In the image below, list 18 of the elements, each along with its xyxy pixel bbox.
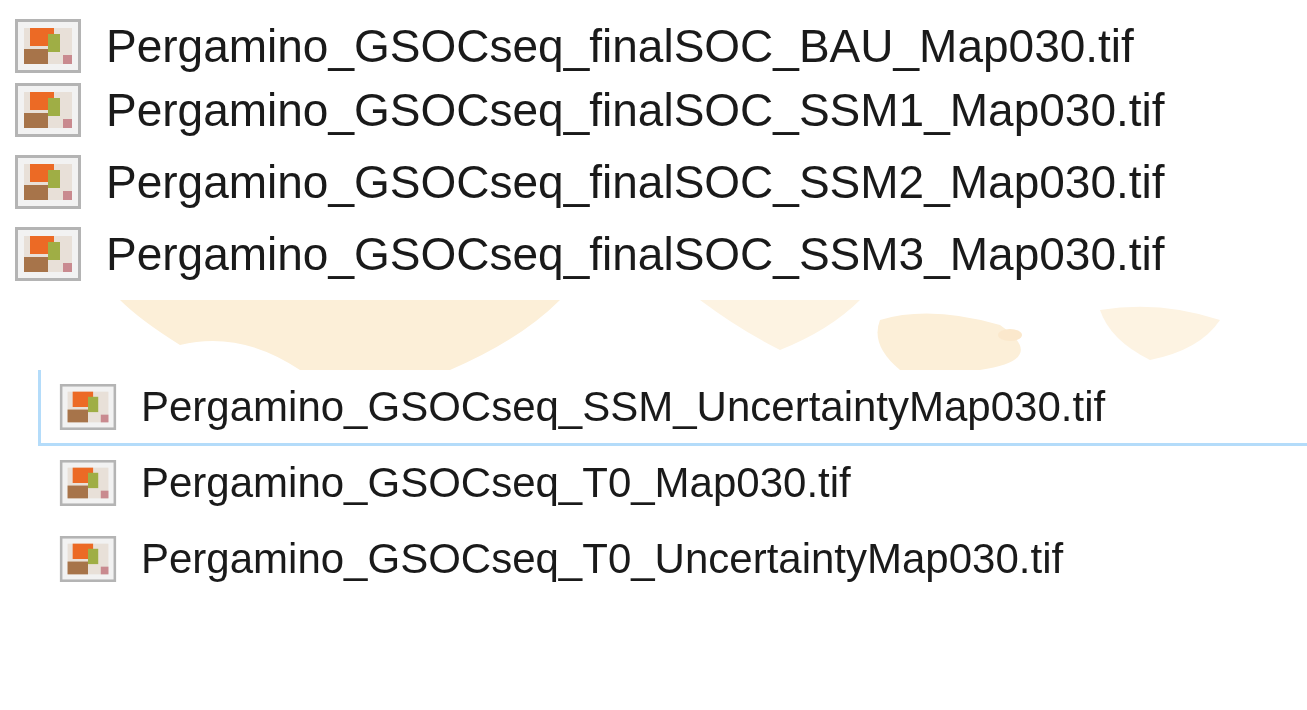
- image-file-icon: [15, 19, 81, 73]
- file-row[interactable]: Pergamino_GSOCseq_SSM_UncertaintyMap030.tif: [38, 370, 1307, 446]
- file-row[interactable]: Pergamino_GSOCseq_T0_UncertaintyMap030.tif: [38, 522, 1307, 598]
- file-row[interactable]: Pergamino_GSOCseq_T0_Map030.tif: [38, 446, 1307, 522]
- file-name: Pergamino_GSOCseq_finalSOC_BAU_Map030.tif: [106, 19, 1134, 73]
- image-file-icon: [15, 155, 81, 209]
- image-file-icon: [59, 535, 117, 582]
- image-file-icon: [15, 83, 81, 137]
- file-name: Pergamino_GSOCseq_finalSOC_SSM1_Map030.tif: [106, 83, 1165, 137]
- file-name: Pergamino_GSOCseq_T0_UncertaintyMap030.tif: [141, 534, 1064, 583]
- file-row[interactable]: Pergamino_GSOCseq_finalSOC_BAU_Map030.tif: [0, 8, 1307, 84]
- image-file-icon: [59, 383, 117, 430]
- file-name: Pergamino_GSOCseq_finalSOC_SSM2_Map030.tif: [106, 155, 1165, 209]
- file-name: Pergamino_GSOCseq_finalSOC_SSM3_Map030.tif: [106, 227, 1165, 281]
- image-file-icon: [15, 227, 81, 281]
- image-file-icon: [59, 459, 117, 506]
- file-name: Pergamino_GSOCseq_T0_Map030.tif: [141, 458, 851, 507]
- file-name: Pergamino_GSOCseq_SSM_UncertaintyMap030.tif: [141, 382, 1106, 431]
